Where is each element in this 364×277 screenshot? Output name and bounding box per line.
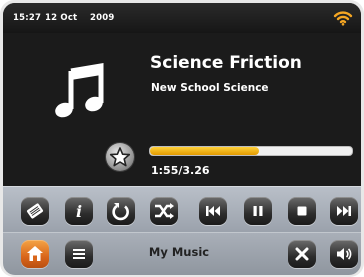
- home-icon: [27, 246, 43, 261]
- status-time: 15:27: [13, 13, 42, 23]
- repeat-button[interactable]: [107, 197, 135, 225]
- shuffle-button[interactable]: [150, 197, 178, 225]
- device-frame: 15:27 12 Oct 2009 Science Friction New S…: [0, 0, 364, 277]
- playback-control-bar: i: [3, 186, 361, 233]
- status-year: 2009: [90, 13, 115, 23]
- next-track-button[interactable]: [330, 197, 358, 225]
- home-button[interactable]: [21, 240, 49, 268]
- previous-icon: [206, 206, 220, 216]
- stop-icon: [297, 206, 307, 216]
- status-date: 12 Oct: [45, 13, 78, 23]
- progress-fill: [150, 147, 260, 155]
- close-icon: [295, 247, 309, 261]
- shuffle-icon: [155, 203, 174, 219]
- pause-button[interactable]: [244, 197, 272, 225]
- source-label: My Music: [148, 245, 210, 259]
- info-icon: i: [76, 202, 82, 221]
- previous-track-button[interactable]: [199, 197, 227, 225]
- progress-bar[interactable]: [149, 146, 353, 156]
- eject-disc-button[interactable]: [21, 197, 49, 225]
- svg-text:i: i: [76, 202, 82, 221]
- volume-icon: [337, 248, 352, 260]
- track-artist: New School Science: [151, 82, 269, 94]
- track-title: Science Friction: [150, 53, 302, 73]
- stop-button[interactable]: [288, 197, 316, 225]
- volume-button[interactable]: [330, 240, 358, 268]
- elapsed-time: 1:55/3.26: [151, 164, 210, 177]
- pause-icon: [253, 206, 263, 216]
- repeat-icon: [112, 203, 129, 221]
- status-bar: 15:27 12 Oct 2009: [3, 3, 361, 33]
- now-playing-screen: 15:27 12 Oct 2009 Science Friction New S…: [3, 3, 361, 186]
- menu-icon: [73, 249, 85, 259]
- close-button[interactable]: [288, 240, 316, 268]
- next-icon: [337, 206, 351, 216]
- music-note-icon: [55, 63, 104, 118]
- wifi-icon: [333, 11, 353, 26]
- star-icon: [109, 147, 131, 167]
- favorite-button[interactable]: [106, 143, 134, 171]
- menu-button[interactable]: [65, 240, 93, 268]
- disc-icon: [26, 203, 44, 219]
- info-button[interactable]: i: [65, 197, 93, 225]
